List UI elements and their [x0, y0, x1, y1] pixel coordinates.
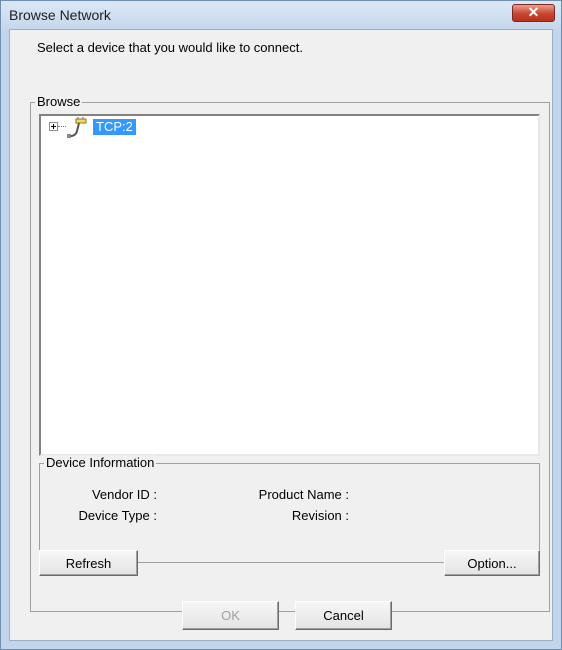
cancel-button[interactable]: Cancel	[295, 601, 392, 630]
product-name-label: Product Name :	[258, 487, 349, 502]
device-type-label: Device Type :	[78, 508, 157, 523]
window-title: Browse Network	[9, 7, 111, 23]
vendor-id-label: Vendor ID :	[91, 487, 157, 502]
tree-connector-line	[58, 126, 66, 127]
option-button[interactable]: Option...	[444, 550, 540, 576]
close-button[interactable]: ✕	[512, 4, 555, 22]
title-bar[interactable]: Browse Network ✕	[1, 1, 561, 29]
device-information-label: Device Information	[44, 455, 157, 470]
device-tree[interactable]: TCP:2	[39, 114, 540, 456]
browse-network-window: Browse Network ✕ Select a device that yo…	[0, 0, 562, 650]
expand-toggle-icon[interactable]	[49, 122, 58, 131]
ok-button[interactable]: OK	[182, 601, 279, 630]
browse-group-label: Browse	[35, 94, 83, 109]
tree-item-tcp[interactable]: TCP:2	[93, 119, 136, 135]
network-plug-icon	[67, 117, 87, 138]
refresh-button[interactable]: Refresh	[39, 550, 138, 576]
instruction-text: Select a device that you would like to c…	[37, 40, 303, 55]
dialog-client-area: Select a device that you would like to c…	[9, 29, 553, 641]
revision-label: Revision :	[291, 508, 349, 523]
close-icon: ✕	[527, 4, 540, 20]
